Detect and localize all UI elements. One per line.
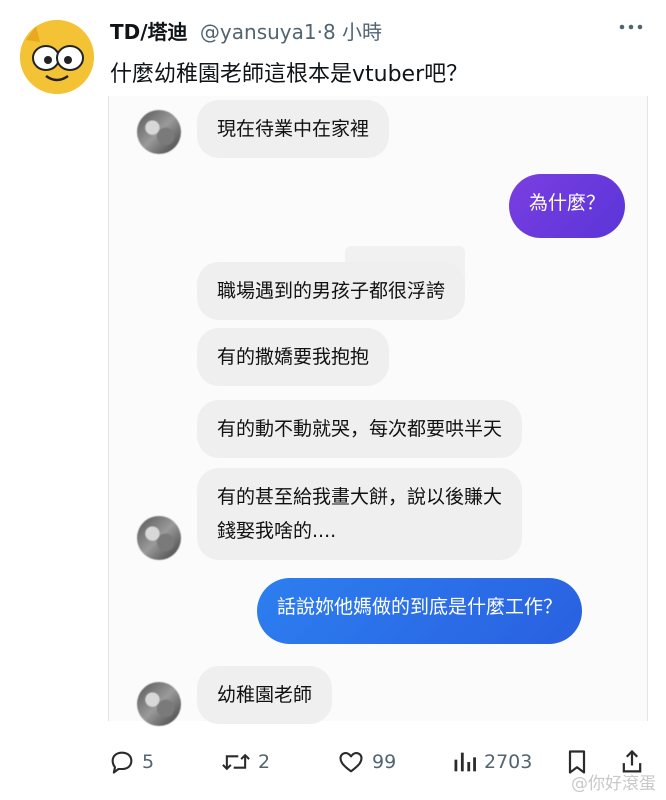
user-handle[interactable]: @yansuya1 [200, 20, 317, 44]
incoming-message: 有的動不動就哭，每次都要哄半天 [197, 400, 523, 458]
more-horizontal-icon[interactable] [618, 16, 644, 43]
retweet-count: 2 [258, 751, 271, 773]
incoming-message: 職場遇到的男孩子都很浮誇 [197, 262, 466, 320]
outgoing-message: 話說妳他媽做的到底是什麼工作？ [257, 578, 583, 644]
chat-screenshot: 現在待業中在家裡 為什麼？ 職場遇到的男孩子都很浮誇 有的撒嬌要我抱抱 有的動不… [108, 96, 648, 726]
heart-icon [339, 751, 363, 773]
retweet-button[interactable]: 2 [220, 748, 270, 776]
message-line: 錢娶我啥的.... [217, 520, 337, 542]
outgoing-message: 為什麼？ [509, 174, 626, 238]
views-icon [454, 752, 476, 772]
message-line: 有的甚至給我畫大餅，說以後賺大 [217, 486, 503, 508]
contact-avatar [137, 682, 181, 726]
tweet-header: TD/塔迪 @yansuya1·8 小時 [110, 16, 626, 45]
contact-avatar [137, 110, 181, 154]
cartoon-face-icon [20, 20, 94, 94]
like-button[interactable]: 99 [336, 748, 396, 776]
tweet-text: 什麼幼稚園老師這根本是vtuber吧？ [110, 62, 469, 87]
contact-avatar [137, 516, 181, 560]
incoming-message: 有的甚至給我畫大餅，說以後賺大 錢娶我啥的.... [197, 468, 523, 560]
post-time[interactable]: ·8 小時 [317, 20, 382, 44]
views-button[interactable]: 2703 [452, 748, 532, 776]
display-name[interactable]: TD/塔迪 [110, 20, 188, 44]
like-count: 99 [372, 751, 397, 773]
user-avatar[interactable] [20, 20, 94, 94]
tweet-action-bar: 5 2 99 2703 [0, 740, 666, 784]
incoming-message: 有的撒嬌要我抱抱 [197, 328, 390, 386]
incoming-message: 現在待業中在家裡 [197, 100, 390, 158]
reply-button[interactable]: 5 [108, 748, 154, 776]
source-watermark: @你好滾蛋 [571, 774, 656, 794]
reply-count: 5 [142, 751, 155, 773]
views-count: 2703 [484, 751, 533, 773]
incoming-message: 幼稚園老師 [197, 666, 333, 724]
reply-icon [111, 751, 133, 774]
retweet-icon [222, 753, 250, 771]
